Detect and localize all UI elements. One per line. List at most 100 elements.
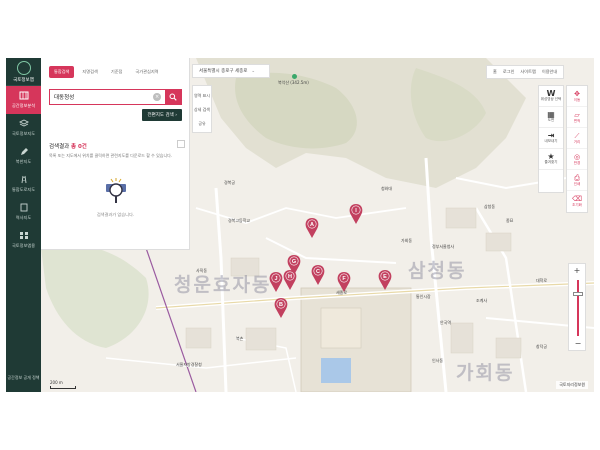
move-tool[interactable]: ✥ 이동 [567,86,587,107]
district-label: 삼청동 [408,260,467,282]
map-tool-label: 초기화 [572,203,582,207]
star-icon: ★ [547,151,555,161]
move-icon: ✥ [574,89,580,98]
tool-label: 즐겨찾기 [544,159,558,164]
marker-A[interactable] [306,218,318,238]
area-display-button[interactable]: 영역 표시 [194,93,210,98]
rail-item-app[interactable]: 국토정보앱용 [6,226,41,254]
favorite-tool[interactable]: ★ 즐겨찾기 [539,149,563,170]
zoom-handle[interactable] [573,292,583,296]
app-title: 국토정보맵 [13,77,34,83]
policy-label: 공간정보 공개 정책 [7,374,40,380]
map-label: 창덕궁 [536,344,548,349]
login-link[interactable]: 로그인 [503,69,515,75]
tab-place-search[interactable]: 지명검색 [77,66,102,78]
district-label: 가회동 [456,362,515,384]
clear-icon[interactable]: × [153,93,162,101]
tool-label: 도면 [547,117,555,122]
map-label: 가회동 [401,238,413,243]
district-label: 청운효자동 [174,274,272,296]
marker-H[interactable] [284,270,296,290]
scale-bar: 200 m [50,380,76,389]
map-label: 경복궁 [224,180,236,185]
rail-item-history-map[interactable]: 역사지도 [6,198,41,226]
rail-item-north-korea[interactable]: 북한지도 [6,142,41,170]
map-label: 안국역 [440,320,452,325]
map-label: 북촌 [236,336,244,341]
magnifier-illustration-icon [105,178,126,203]
radius-tool[interactable]: ◎ 반경 [567,149,587,170]
marker-I[interactable] [350,204,362,224]
book-icon [20,203,27,212]
rail-item-road-map[interactable]: 통합도로지도 [6,170,41,198]
marker-B[interactable] [275,298,287,318]
print-icon: ⎙ [574,173,580,182]
map-tool-label: 인쇄 [573,181,581,186]
map-label: 청와대 [381,186,393,191]
scale-line [50,386,76,389]
rail-item-label: 국토정보지도 [11,131,36,136]
marker-E[interactable] [379,270,391,290]
guide-link[interactable]: 이용안내 [542,69,557,75]
sitemap-link[interactable]: 사이트맵 [520,69,535,75]
satellite-tool[interactable]: W 위성영상 선택 [539,86,563,107]
distance-tool[interactable]: ⟋ 거리 [567,128,587,149]
map-label: 북악산 (342.5m) [278,80,309,85]
area-icon: ▱ [574,110,580,119]
zoom-out-button[interactable]: − [569,337,587,350]
sheet-tool[interactable]: ▦ 도면 [539,107,563,128]
zoom-in-button[interactable]: + [569,264,585,277]
app-logo[interactable]: 국토정보맵 [6,58,41,86]
marker-C[interactable] [312,265,324,285]
home-link[interactable]: 홈 [493,69,497,75]
results-description: 목록 또는 지도에서 위치를 클릭하면 관련지도를 다운로드 할 수 있습니다. [49,153,173,158]
tool-label: 내보내기 [544,138,558,143]
rail-item-label: 공간정보분석 [11,103,36,108]
rail-item-label: 역사지도 [15,215,32,220]
empty-message: 검색결과가 없습니다. [96,212,135,217]
map-label: 통인시장 [416,294,431,299]
zoom-track[interactable] [577,280,579,336]
share-button[interactable]: 공유 [198,121,205,126]
empty-tool[interactable] [539,170,563,191]
map-label: 경복고등학교 [228,218,251,223]
search-tabs: 통합검색 지명검색 기준점 국가관심지역 [41,58,189,78]
map-label: 인사동 [432,358,444,363]
collapse-icon[interactable] [177,140,185,148]
area-tool[interactable]: ▱ 면적 [567,107,587,128]
location-selector[interactable]: 서울특별시 종로구 세종로 ⌄ [192,64,270,78]
map-tool-label: 반경 [573,160,581,165]
marker-F[interactable] [338,272,350,292]
map-label: 세종로 [336,290,348,295]
policy-link[interactable]: 공간정보 공개 정책 [6,362,41,392]
left-rail: 국토정보맵 공간정보분석 국토정보지도 북한지도 통합도로지도 역사지도 국토정… [6,58,41,392]
print-tool[interactable]: ⎙ 인쇄 [567,170,587,191]
map-label: 삼청동 [484,204,496,209]
export-tool[interactable]: ⇥ 내보내기 [539,128,563,149]
map-label: 정부서울청사 [432,244,455,249]
results-panel: 검색결과 총 0건 목록 또는 지도에서 위치를 클릭하면 관련지도를 다운로드… [41,136,190,250]
map-tool-label: 거리 [573,139,581,144]
reset-tool[interactable]: ⌫ 초기화 [567,191,587,212]
rail-item-label: 국토정보앱용 [11,243,36,248]
map-label: 종묘 [506,218,514,223]
empty-state: 검색결과가 없습니다. [41,176,190,218]
search-button[interactable] [165,89,181,105]
tab-interest-area[interactable]: 국가관심지역 [130,66,163,78]
search-input[interactable] [50,94,154,100]
rail-item-national-map[interactable]: 국토정보지도 [6,114,41,142]
map-mode-buttons: 영역 표시 상세 검색 공유 [192,85,212,133]
rail-item-analysis[interactable]: 공간정보분석 [6,86,41,114]
export-icon: ⇥ [547,130,555,140]
satellite-icon: W [546,88,556,98]
advanced-search-label: 전편지도 검색 [147,113,174,118]
poi-icon [292,74,297,79]
emblem-icon [16,60,31,75]
results-header: 검색결과 총 0건 [41,136,189,150]
tab-integrated-search[interactable]: 통합검색 [49,66,75,78]
tab-reference-point[interactable]: 기준점 [106,66,128,78]
marker-J[interactable] [270,272,282,292]
map-tools: ✥ 이동 ▱ 면적 ⟋ 거리 ◎ 반경 ⎙ 인쇄 ⌫ 초기화 [566,85,588,213]
advanced-search-button[interactable]: 전편지도 검색 › [142,109,182,121]
detail-search-button[interactable]: 상세 검색 [194,107,210,112]
